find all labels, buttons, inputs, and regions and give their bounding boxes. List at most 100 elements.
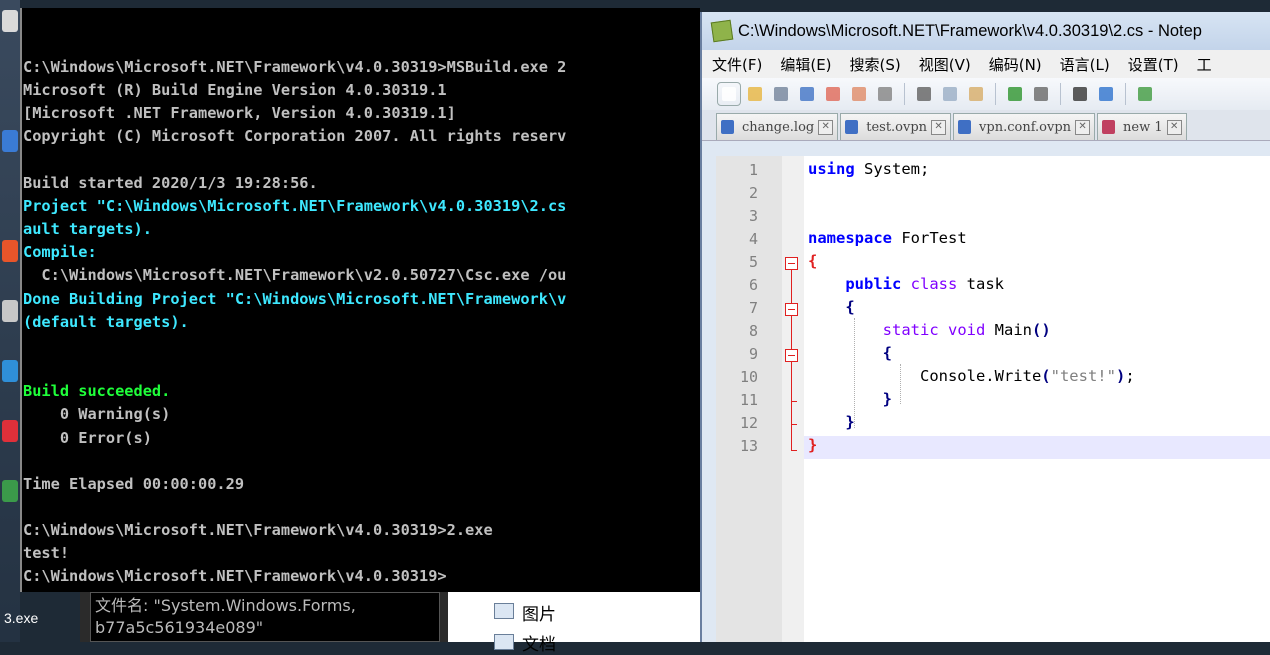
console-line: Build started 2020/1/3 19:28:56. <box>23 173 318 192</box>
cut-icon[interactable] <box>913 83 935 105</box>
desktop-app-icon[interactable] <box>2 130 18 152</box>
explorer-item-pictures[interactable]: 图片 <box>522 600 556 625</box>
line-number: 1 <box>748 161 758 179</box>
code-line-4: namespace ForTest <box>808 229 967 247</box>
print-icon[interactable] <box>874 83 896 105</box>
menu-settings[interactable]: 设置(T) <box>1118 54 1187 75</box>
file-name-line: 文件名: "System.Windows.Forms, <box>95 596 356 615</box>
close-all-icon[interactable] <box>848 83 870 105</box>
desktop-background <box>0 0 20 642</box>
undo-icon[interactable] <box>1004 83 1026 105</box>
zoom-in-icon[interactable] <box>1134 83 1156 105</box>
console-line: ault targets). <box>23 220 152 239</box>
fold-line <box>791 315 792 349</box>
line-number: 11 <box>739 391 758 409</box>
code-area[interactable]: using System; namespace ForTest { public… <box>804 156 1270 642</box>
documents-folder-icon <box>494 634 514 650</box>
code-line-13: } <box>808 436 818 454</box>
line-number: 7 <box>748 299 758 317</box>
file-name-box: 文件名: "System.Windows.Forms, b77a5c561934… <box>90 592 440 642</box>
toolbar-separator <box>904 83 905 105</box>
line-number: 10 <box>739 368 758 386</box>
console-line: C:\Windows\Microsoft.NET\Framework\v4.0.… <box>23 58 567 76</box>
tab-new-1[interactable]: new 1 ✕ <box>1097 113 1187 140</box>
command-prompt-window[interactable]: C:\Windows\Microsoft.NET\Framework\v4.0.… <box>20 8 700 592</box>
close-tab-icon[interactable]: ✕ <box>1075 119 1091 135</box>
open-file-icon[interactable] <box>744 83 766 105</box>
tab-label: change.log <box>742 119 815 135</box>
desktop-app-icon[interactable] <box>2 480 18 502</box>
line-number: 3 <box>748 207 758 225</box>
file-name-line: b77a5c561934e089" <box>95 618 264 637</box>
code-line-11: } <box>882 390 892 408</box>
new-file-icon[interactable] <box>717 82 741 106</box>
fold-end <box>791 424 797 425</box>
desktop-app-icon[interactable] <box>2 10 18 32</box>
menu-file[interactable]: 文件(F) <box>702 54 770 75</box>
tab-vpn-conf-ovpn[interactable]: vpn.conf.ovpn ✕ <box>953 113 1096 140</box>
line-number: 2 <box>748 184 758 202</box>
code-line-7: { <box>845 298 855 316</box>
close-tab-icon[interactable]: ✕ <box>931 119 947 135</box>
menu-edit[interactable]: 编辑(E) <box>770 54 839 75</box>
line-number: 8 <box>748 322 758 340</box>
line-number: 12 <box>739 414 758 432</box>
code-line-9: { <box>882 344 892 362</box>
fold-end <box>791 401 797 402</box>
console-line: (default targets). <box>23 312 189 331</box>
menu-view[interactable]: 视图(V) <box>909 54 979 75</box>
line-number: 6 <box>748 276 758 294</box>
toolbar-separator <box>1125 83 1126 105</box>
code-line-12: } <box>845 413 855 431</box>
close-tab-icon[interactable]: ✕ <box>818 119 834 135</box>
code-line-8: static void Main() <box>882 321 1051 339</box>
paste-icon[interactable] <box>965 83 987 105</box>
redo-icon[interactable] <box>1030 83 1052 105</box>
menu-search[interactable]: 搜索(S) <box>840 54 909 75</box>
code-line-5: { <box>808 252 818 270</box>
tab-label: test.ovpn <box>866 119 928 135</box>
notepad-plus-plus-window[interactable]: C:\Windows\Microsoft.NET\Framework\v4.0.… <box>700 12 1270 642</box>
console-line: C:\Windows\Microsoft.NET\Framework\v4.0.… <box>23 521 493 540</box>
code-editor[interactable]: using System; namespace ForTest { public… <box>716 156 1270 642</box>
tab-test-ovpn[interactable]: test.ovpn ✕ <box>840 113 952 140</box>
console-line: Build succeeded. <box>23 382 171 401</box>
close-icon[interactable] <box>822 83 844 105</box>
console-line: Microsoft (R) Build Engine Version 4.0.3… <box>23 81 447 100</box>
pictures-folder-icon <box>494 603 514 619</box>
line-number: 13 <box>739 437 758 455</box>
desktop-app-icon[interactable] <box>2 300 18 322</box>
console-line: Project "C:\Windows\Microsoft.NET\Framew… <box>23 196 567 215</box>
find-icon[interactable] <box>1069 83 1091 105</box>
save-icon[interactable] <box>770 83 792 105</box>
current-line-highlight <box>804 436 1270 459</box>
title-bar[interactable]: C:\Windows\Microsoft.NET\Framework\v4.0.… <box>702 12 1270 50</box>
desktop-app-icon[interactable] <box>2 240 18 262</box>
menu-bar: 文件(F) 编辑(E) 搜索(S) 视图(V) 编码(N) 语言(L) 设置(T… <box>702 50 1270 78</box>
toolbar <box>702 78 1270 110</box>
desktop-app-icon[interactable] <box>2 360 18 382</box>
console-line: C:\Windows\Microsoft.NET\Framework\v4.0.… <box>23 567 447 586</box>
notepad-app-icon <box>710 19 734 43</box>
tab-change-log[interactable]: change.log ✕ <box>716 113 839 140</box>
close-tab-icon[interactable]: ✕ <box>1166 119 1182 135</box>
menu-encoding[interactable]: 编码(N) <box>979 54 1050 75</box>
fold-margin <box>782 156 804 642</box>
menu-language[interactable]: 语言(L) <box>1050 54 1118 75</box>
desktop-app-icon[interactable] <box>2 420 18 442</box>
code-line-6: public class task <box>845 275 1005 293</box>
replace-icon[interactable] <box>1095 83 1117 105</box>
menu-tools[interactable]: 工 <box>1187 54 1220 75</box>
console-line: Done Building Project "C:\Windows\Micros… <box>23 289 567 308</box>
console-output: C:\Windows\Microsoft.NET\Framework\v4.0.… <box>23 56 566 589</box>
window-title: C:\Windows\Microsoft.NET\Framework\v4.0.… <box>738 21 1202 40</box>
line-number: 4 <box>748 230 758 248</box>
console-line: 0 Error(s) <box>23 428 152 447</box>
line-number: 5 <box>748 253 758 271</box>
explorer-item-documents[interactable]: 文档 <box>522 630 556 655</box>
copy-icon[interactable] <box>939 83 961 105</box>
console-line: [Microsoft .NET Framework, Version 4.0.3… <box>23 104 456 123</box>
console-line: 0 Warning(s) <box>23 405 171 424</box>
desktop-file-label[interactable]: 3.exe <box>4 610 38 626</box>
save-all-icon[interactable] <box>796 83 818 105</box>
